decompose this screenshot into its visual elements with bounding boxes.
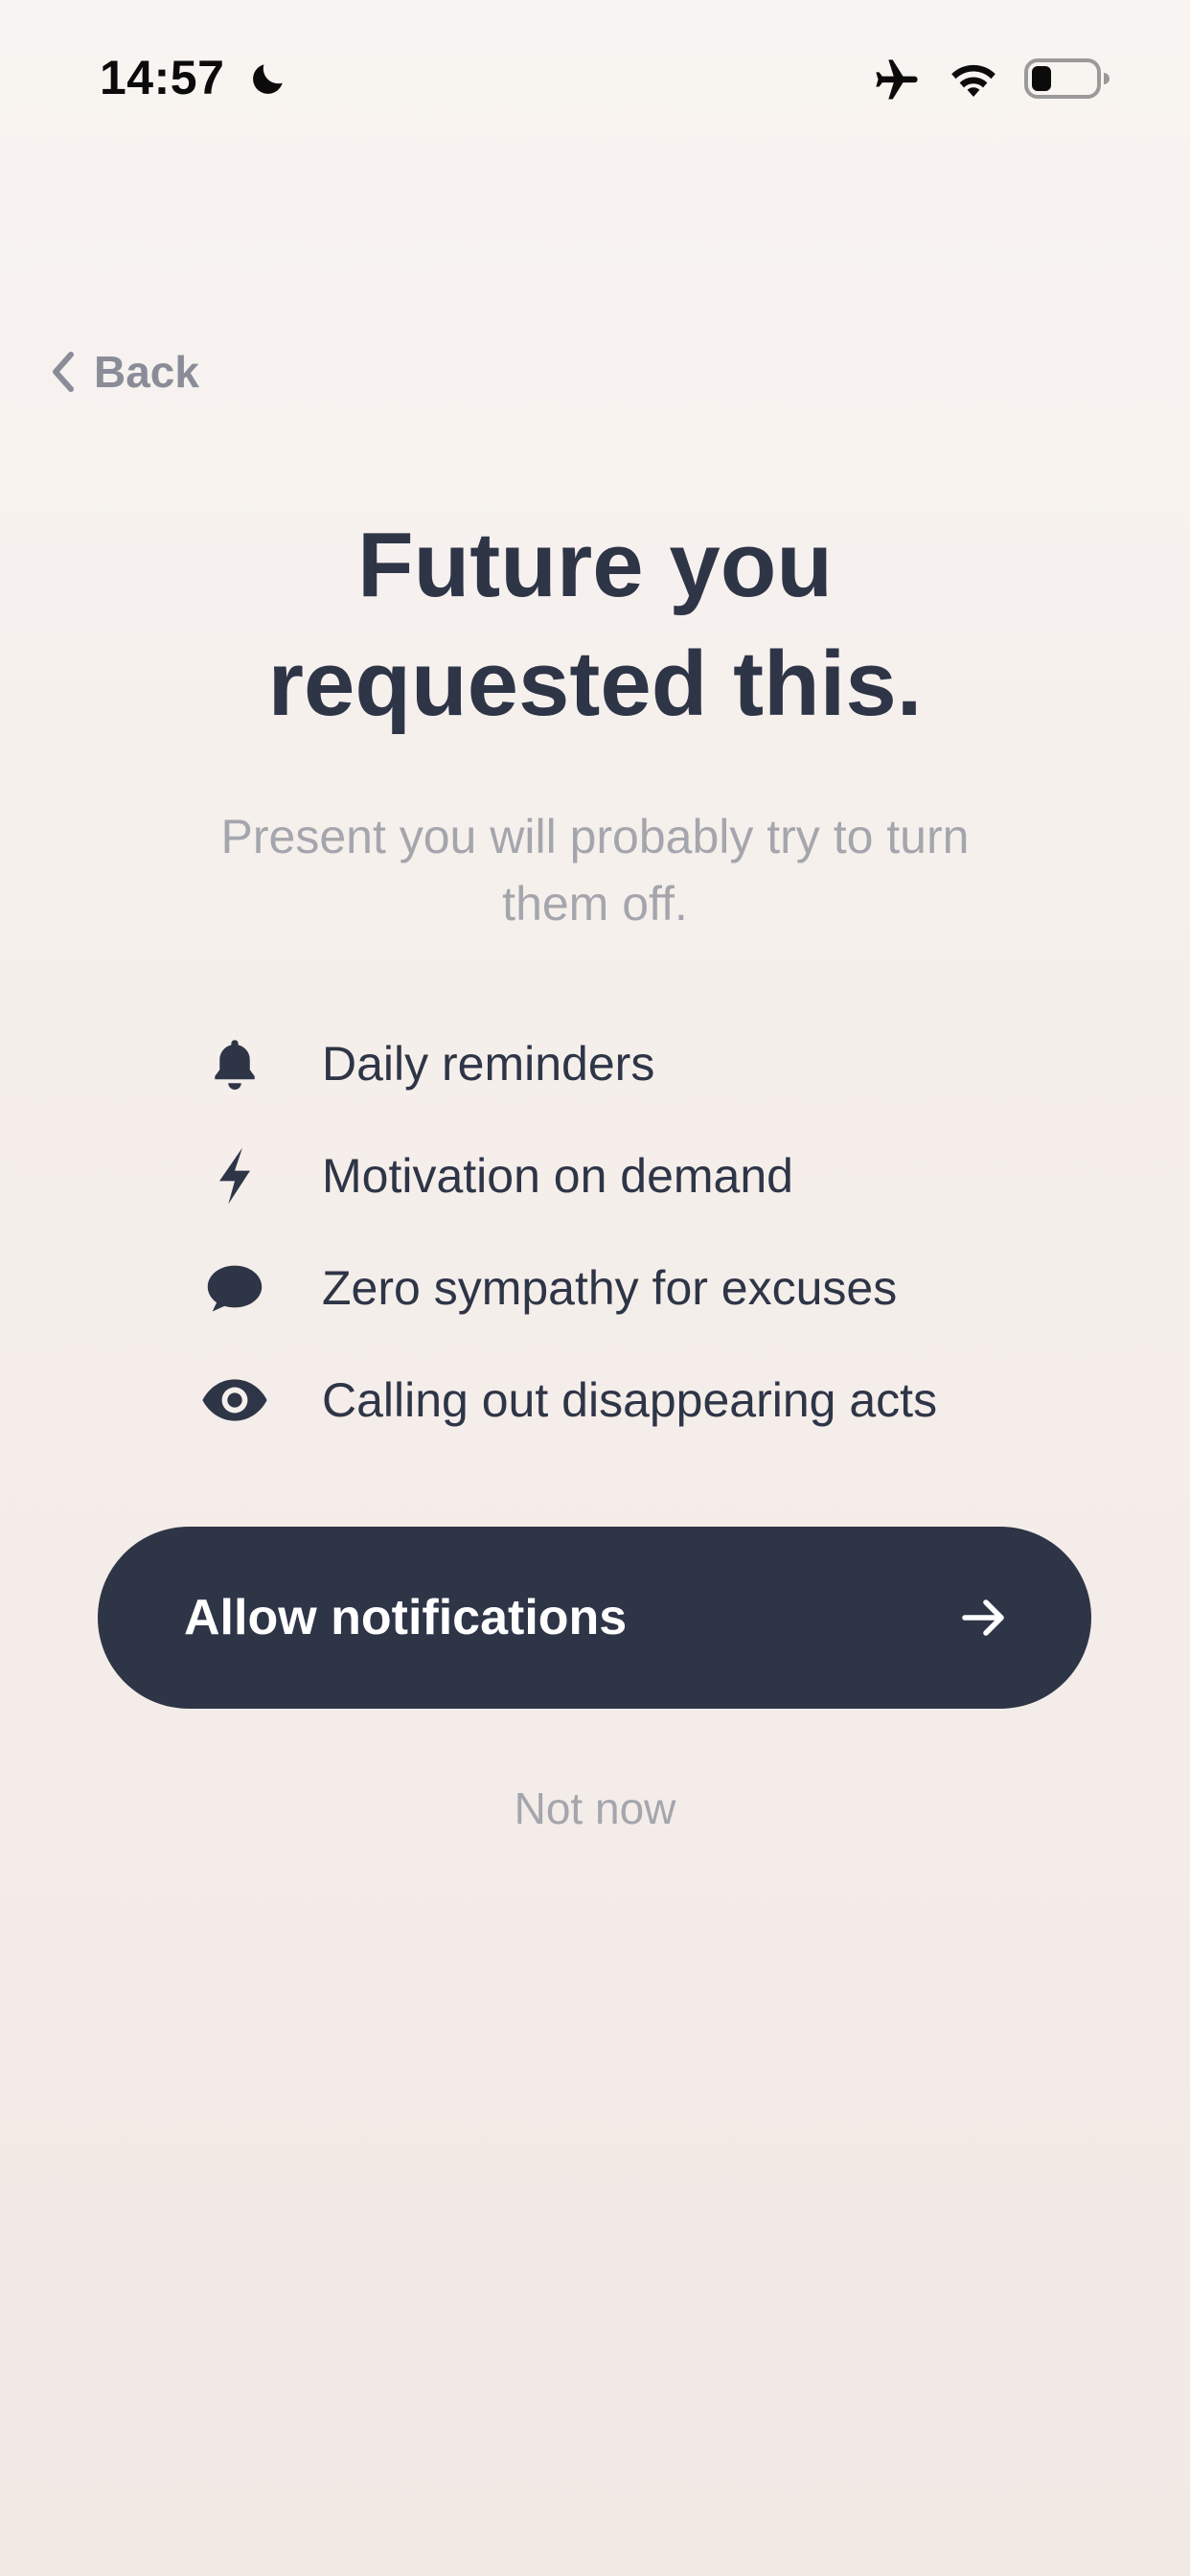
allow-notifications-button[interactable]: Allow notifications: [98, 1527, 1091, 1709]
battery-icon: [1024, 58, 1110, 99]
lightning-icon: [192, 1138, 278, 1214]
page-title-line-2: requested this.: [267, 632, 923, 735]
chevron-left-icon: [53, 352, 74, 392]
page-title: Future you requested this.: [0, 506, 1190, 744]
eye-icon: [192, 1362, 278, 1438]
status-time: 14:57: [100, 51, 225, 104]
back-button[interactable]: Back: [48, 341, 199, 402]
chat-bubble-icon: [192, 1250, 278, 1326]
arrow-right-icon: [962, 1599, 1004, 1636]
list-item: Calling out disappearing acts: [192, 1362, 937, 1438]
not-now-link[interactable]: Not now: [0, 1782, 1190, 1834]
moon-icon: [253, 64, 283, 94]
list-item: Daily reminders: [192, 1025, 654, 1102]
wifi-icon: [951, 64, 995, 97]
status-bar: 14:57: [0, 0, 1190, 153]
feature-label: Calling out disappearing acts: [322, 1373, 938, 1427]
feature-label: Daily reminders: [322, 1037, 655, 1091]
list-item: Zero sympathy for excuses: [192, 1250, 897, 1326]
feature-label: Motivation on demand: [322, 1149, 793, 1203]
airplane-icon: [876, 59, 918, 100]
list-item: Motivation on demand: [192, 1138, 793, 1214]
bell-icon: [192, 1025, 278, 1102]
allow-notifications-label: Allow notifications: [184, 1590, 628, 1645]
page-subtitle: Present you will probably try to turn th…: [220, 810, 970, 931]
feature-label: Zero sympathy for excuses: [322, 1261, 898, 1315]
page-title-line-1: Future you: [357, 514, 833, 616]
back-label: Back: [94, 347, 199, 397]
